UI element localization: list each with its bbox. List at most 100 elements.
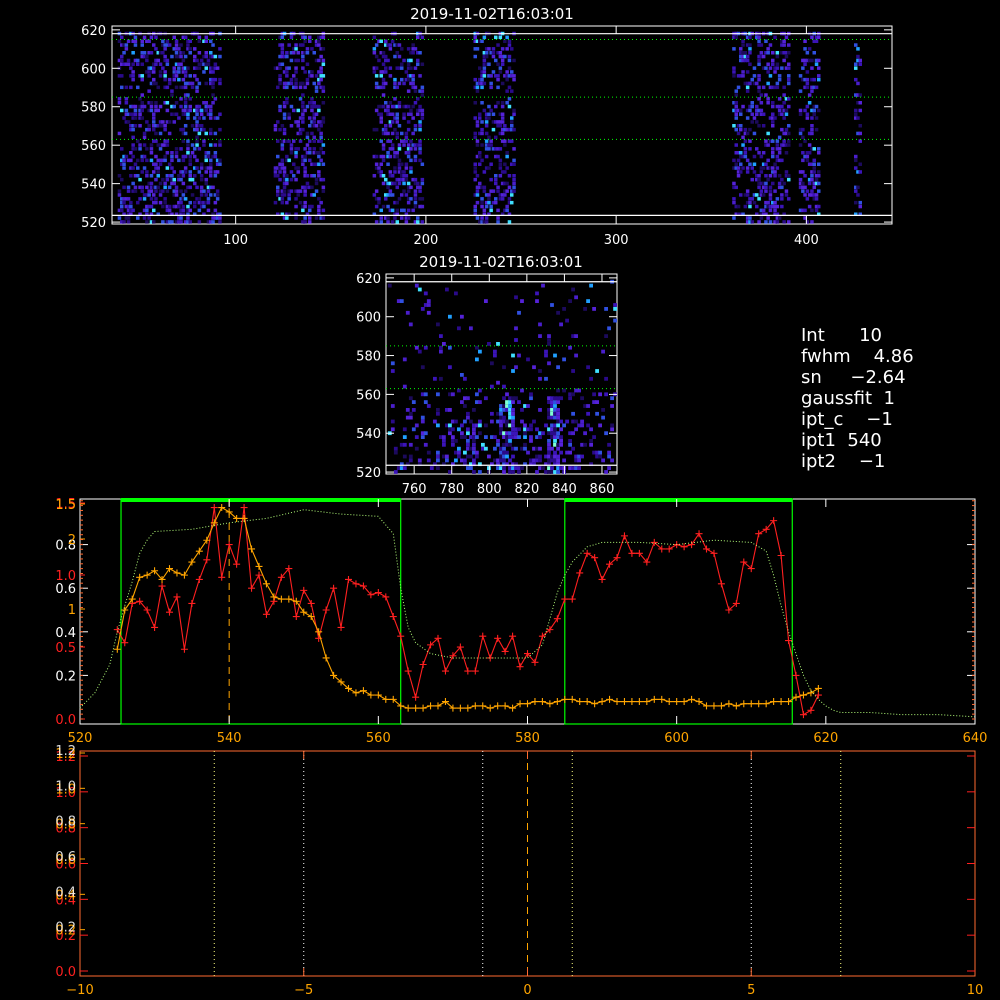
heatmap-mid-cell (598, 454, 602, 459)
heatmap-top-cell (418, 151, 422, 155)
heatmap-top-cell (145, 208, 149, 213)
heatmap-mid-cell (547, 338, 551, 342)
heatmap-top-cell (289, 124, 294, 128)
heatmap-top-cell (745, 89, 750, 93)
heatmap-top-cell (138, 112, 142, 116)
heatmap-top-cell (209, 193, 213, 197)
heatmap-top-cell (133, 43, 138, 47)
heatmap-mid-cell (436, 411, 440, 416)
heatmap-top-cell (179, 216, 183, 220)
heatmap-top-cell (745, 189, 750, 193)
heatmap-top-cell (748, 127, 752, 132)
heatmap-top-cell (487, 197, 491, 201)
heatmap-top-cell (512, 177, 516, 182)
heatmap-top-cell (741, 70, 745, 74)
heatmap-top-cell (775, 66, 780, 70)
heatmap-top-cell (491, 112, 496, 116)
heatmap-mid-cell (390, 427, 395, 432)
heatmap-mid-cell (448, 408, 452, 412)
heatmap-top-cell (807, 101, 812, 105)
heatmap-mid-cell (487, 454, 491, 459)
heatmap-top-cell (142, 154, 147, 159)
heatmap-top-cell (120, 58, 124, 63)
heatmap-top-cell (505, 154, 509, 159)
heatmap-top-cell (768, 189, 773, 193)
heatmap-top-cell (494, 135, 498, 140)
heatmap-top-cell (780, 185, 784, 190)
heatmap-mid-cell (414, 435, 419, 439)
heatmap-top-cell (748, 162, 752, 166)
heatmap-mid-y-tick-label: 620 (356, 272, 381, 287)
heatmap-mid-cell (544, 423, 548, 428)
heatmap-mid-cell (514, 396, 518, 401)
profile-point-red (501, 647, 509, 655)
heatmap-mid-cell (433, 376, 437, 381)
heatmap-top-cell (319, 124, 323, 128)
heatmap-top-cell (782, 181, 786, 186)
heatmap-top-cell (757, 185, 761, 190)
heatmap-top-cell (406, 127, 411, 132)
heatmap-top-cell (386, 151, 390, 155)
heatmap-top-cell (165, 189, 170, 193)
heatmap-top-cell (147, 74, 151, 78)
heatmap-mid-cell (436, 423, 440, 428)
heatmap-top-cell (181, 193, 186, 197)
heatmap-mid-cell (523, 446, 527, 451)
heatmap-top-cell (734, 116, 738, 120)
heatmap-mid-cell (420, 307, 425, 311)
heatmap-top-cell (787, 220, 791, 224)
heatmap-top-cell (276, 154, 280, 159)
heatmap-top-cell (734, 35, 738, 40)
heatmap-top-cell (273, 127, 278, 132)
heatmap-mid-cell (439, 376, 443, 381)
heatmap-mid-cell (472, 408, 476, 412)
heatmap-top-cell (766, 158, 770, 163)
heatmap-mid-cell (559, 396, 563, 401)
heatmap-top-cell (755, 81, 759, 86)
heatmap-top-cell (289, 104, 294, 109)
heatmap-top-cell (170, 54, 174, 59)
heatmap-top-cell (165, 39, 170, 43)
heatmap-top-cell (503, 39, 507, 43)
heatmap-top-cell (409, 66, 413, 70)
heatmap-top-cell (484, 216, 489, 220)
heatmap-top-cell (413, 47, 418, 51)
profile-plot-axes: 520 540 560 580 600 620 6400.20.40.60.80.00.51… (55, 497, 987, 746)
heatmap-top-cell (136, 62, 140, 66)
heatmap-mid-cell (466, 411, 470, 416)
heatmap-top-cell (206, 189, 211, 193)
info-line-gaussfit: gaussfit 1 (801, 388, 895, 409)
heatmap-top-cell (413, 158, 418, 163)
heatmap-top-cell (193, 204, 197, 209)
heatmap-top-cell (145, 170, 149, 174)
heatmap-top-cell (507, 85, 512, 90)
heatmap-mid-cell (426, 299, 431, 303)
heatmap-top-cell (404, 139, 409, 143)
heatmap-top-cell (395, 135, 399, 140)
heatmap-top-cell (784, 189, 789, 193)
heatmap-mid-cell (469, 466, 473, 470)
profile-point-red (792, 671, 800, 679)
profile-point-orange (195, 547, 203, 555)
heatmap-top-cell (782, 101, 786, 105)
heatmap-top-cell (803, 62, 807, 66)
heatmap-top-cell (197, 51, 202, 55)
profile-point-red (166, 608, 173, 616)
heatmap-top-cell (206, 58, 211, 63)
heatmap-top-cell (741, 135, 745, 140)
heatmap-top-cell (814, 127, 819, 132)
heatmap-mid-cell (511, 408, 515, 412)
heatmap-top-cell (400, 131, 404, 136)
heatmap-top-cell (204, 181, 208, 186)
heatmap-top-cell (379, 170, 383, 174)
heatmap-top-cell (321, 151, 326, 155)
heatmap-mid-cell (544, 376, 548, 381)
heatmap-top-cell (773, 189, 777, 193)
heatmap-mid-cell (445, 458, 449, 463)
heatmap-top-cell (218, 220, 222, 224)
heatmap-top-cell (503, 139, 507, 143)
heatmap-top-cell (777, 147, 782, 151)
profile-point-orange (799, 691, 807, 699)
heatmap-top-cell (480, 204, 484, 209)
heatmap-mid-cell (511, 423, 515, 428)
